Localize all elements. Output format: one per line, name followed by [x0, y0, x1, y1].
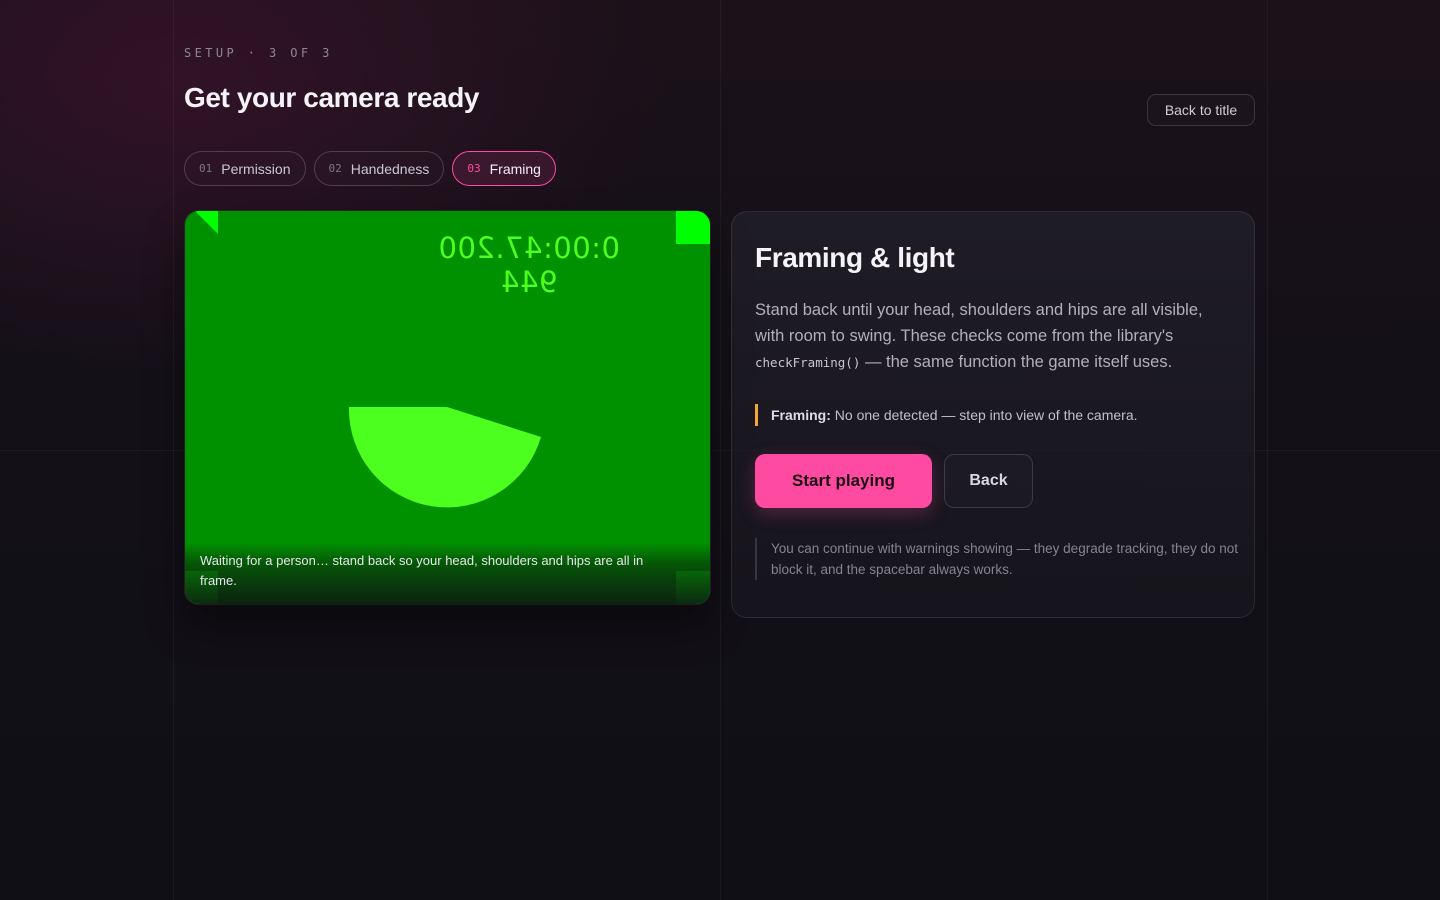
step-label: Framing — [489, 160, 541, 177]
back-button[interactable]: Back — [944, 454, 1033, 508]
setup-steps: 01 Permission 02 Handedness 03 Framing — [184, 151, 556, 186]
panel-description: Stand back until your head, shoulders an… — [755, 297, 1235, 376]
status-label: Framing: — [771, 407, 831, 423]
step-framing[interactable]: 03 Framing — [452, 151, 556, 186]
warning-note: You can continue with warnings showing —… — [755, 538, 1239, 580]
framing-panel: Framing & light Stand back until your he… — [731, 211, 1255, 618]
back-to-title-button[interactable]: Back to title — [1147, 94, 1255, 126]
camera-timecode-overlay: 0:00:47.200 944 — [438, 231, 620, 299]
start-playing-button[interactable]: Start playing — [755, 454, 932, 508]
step-number: 01 — [199, 162, 213, 175]
panel-title: Framing & light — [755, 242, 955, 273]
step-number: 02 — [328, 162, 342, 175]
detection-shape — [348, 407, 541, 508]
camera-preview: 0:00:47.200 944 Waiting for a person… st… — [185, 211, 710, 604]
corner-marker-top-left — [195, 211, 218, 234]
camera-caption: Waiting for a person… stand back so your… — [200, 553, 644, 588]
function-name-code: checkFraming() — [755, 355, 861, 370]
step-number: 03 — [467, 162, 481, 175]
description-text: Stand back until your head, shoulders an… — [755, 301, 1203, 345]
step-label: Permission — [221, 160, 291, 177]
corner-marker-top-right — [676, 211, 710, 244]
framing-status: Framing: No one detected — step into vie… — [755, 404, 1138, 426]
step-permission[interactable]: 01 Permission — [184, 151, 306, 186]
setup-progress-eyebrow: SETUP · 3 OF 3 — [184, 46, 333, 60]
step-label: Handedness — [350, 160, 430, 177]
page-title: Get your camera ready — [184, 82, 480, 113]
step-handedness[interactable]: 02 Handedness — [313, 151, 445, 186]
description-text-end: — the same function the game itself uses… — [860, 353, 1173, 371]
status-message: No one detected — step into view of the … — [830, 407, 1138, 423]
